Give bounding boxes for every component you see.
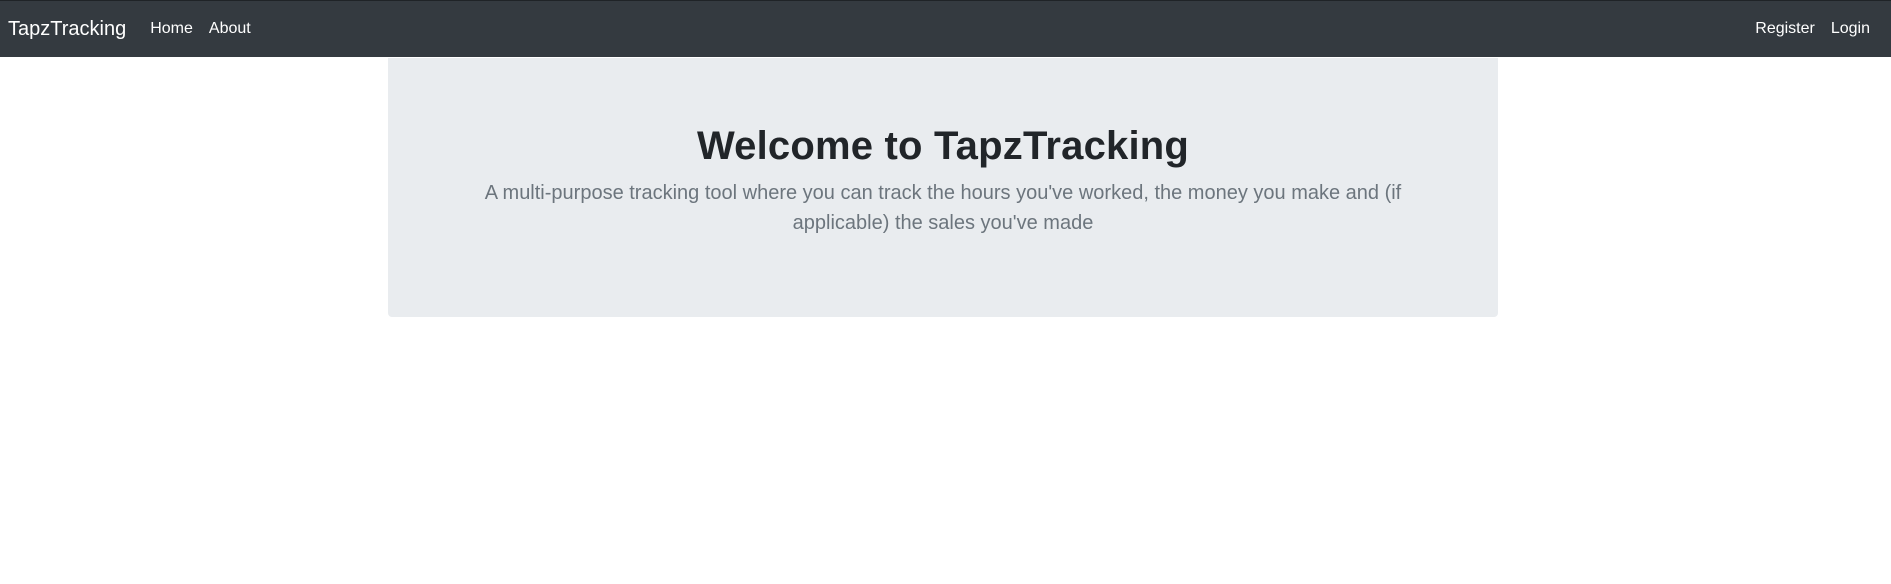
welcome-jumbotron: Welcome to TapzTracking A multi-purpose … (388, 58, 1498, 317)
account-nav: Register Login (1755, 13, 1883, 45)
nav-login-link[interactable]: Login (1831, 13, 1870, 45)
nav-home-link[interactable]: Home (150, 13, 193, 45)
nav-register-link[interactable]: Register (1755, 13, 1815, 45)
primary-nav: Home About (150, 13, 251, 45)
hero-lead-text: A multi-purpose tracking tool where you … (484, 182, 1402, 234)
top-navbar: TapzTracking Home About Register Login (0, 0, 1891, 57)
brand-link[interactable]: TapzTracking (8, 19, 126, 39)
nav-about-link[interactable]: About (209, 13, 251, 45)
hero-title: Welcome to TapzTracking (696, 124, 1190, 168)
